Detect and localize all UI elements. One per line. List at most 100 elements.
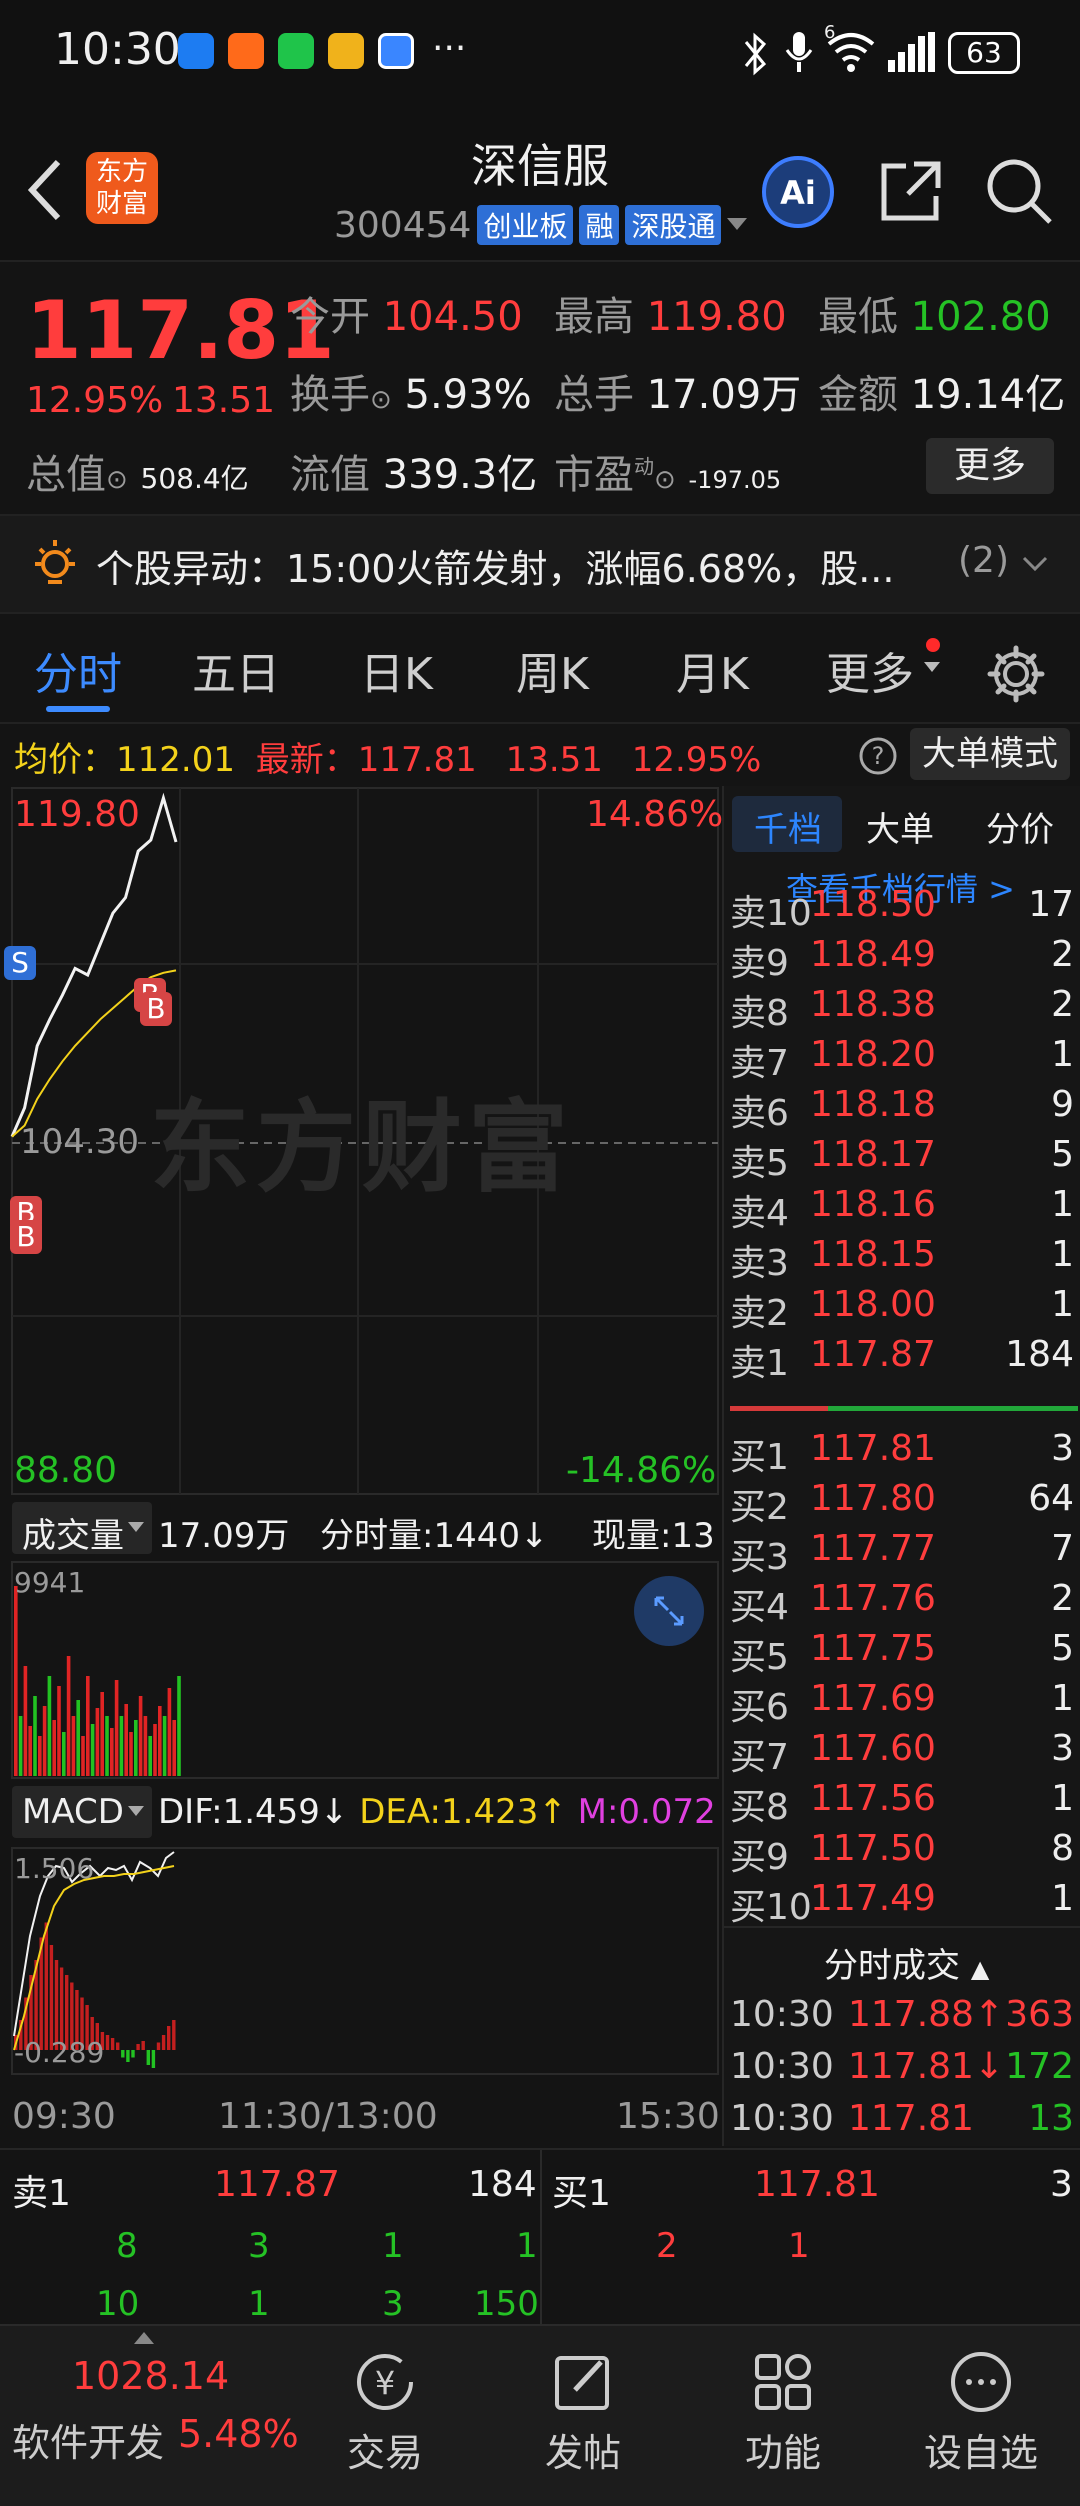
change-amount: 13.51 <box>172 380 276 421</box>
stock-code-row[interactable]: 300454 创业板 融 深股通 <box>334 202 748 248</box>
ask-level-row[interactable]: 卖6 118.18 9 <box>724 1084 1080 1134</box>
buy-marker[interactable]: B <box>10 1220 42 1254</box>
volume-bar <box>153 1724 157 1776</box>
bid-level-row[interactable]: 买1 117.81 3 <box>724 1428 1080 1478</box>
ask-level-row[interactable]: 卖5 118.17 5 <box>724 1134 1080 1184</box>
bid-level-row[interactable]: 买9 117.50 8 <box>724 1828 1080 1878</box>
volume-max-label: 9941 <box>14 1566 86 1599</box>
ask-level-row[interactable]: 卖1 117.87 184 <box>724 1334 1080 1384</box>
trade-row: 10:30 117.88↑ 363 <box>724 1994 1080 2044</box>
signal-label: 6 <box>824 22 836 43</box>
tab-weekly-k[interactable]: 周K <box>516 638 589 702</box>
cellular-signal-icon <box>888 32 935 72</box>
bid-level-row[interactable]: 买2 117.80 64 <box>724 1478 1080 1528</box>
ask-level-row[interactable]: 卖9 118.49 2 <box>724 934 1080 984</box>
bid-level-row[interactable]: 买3 117.77 7 <box>724 1528 1080 1578</box>
sector-index-pct[interactable]: 5.48% <box>178 2412 299 2456</box>
ask-level-volume: 2 <box>1051 984 1074 1025</box>
volume-bar <box>100 1692 104 1776</box>
bid-level-row[interactable]: 买4 117.76 2 <box>724 1578 1080 1628</box>
sell-marker[interactable]: S <box>4 946 36 980</box>
ask-level-row[interactable]: 卖3 118.15 1 <box>724 1234 1080 1284</box>
bid-level-label: 买10 <box>730 1887 812 1928</box>
pe-field: 市盈动⊙ -197.05 <box>554 452 782 498</box>
sector-index-value[interactable]: 1028.14 <box>72 2354 229 2398</box>
change-percent: 12.95% <box>26 380 164 421</box>
volume-indicator-select[interactable]: 成交量 <box>12 1502 152 1556</box>
volume-bar <box>81 1736 85 1776</box>
expand-icon <box>654 1596 684 1626</box>
trade-time: 10:30 <box>730 1994 834 2035</box>
bid-level-label: 买5 <box>730 1637 789 1678</box>
volume-field: 总手 17.09万 <box>554 372 802 418</box>
ask-level-volume: 9 <box>1051 1084 1074 1125</box>
trades-divider <box>724 1926 1080 1928</box>
queue-ask-label: 卖1 <box>12 2173 71 2214</box>
nav-add-watchlist-label: 设自选 <box>923 2431 1038 2475</box>
ask-level-price: 118.00 <box>810 1284 936 1325</box>
high-field: 最高 119.80 <box>554 294 787 340</box>
tab-daily-k[interactable]: 日K <box>360 638 433 702</box>
macd-bar <box>141 2041 145 2050</box>
bid-level-price: 117.49 <box>810 1878 936 1919</box>
nav-add-watchlist[interactable]: 设自选 <box>906 2326 1056 2477</box>
macd-values: DIF:1.459↓ DEA:1.423↑ M:0.072↓ <box>158 1792 744 1832</box>
ask-level-label: 卖7 <box>730 1043 789 1084</box>
ask-level-label: 卖8 <box>730 993 789 1034</box>
ai-assistant-icon[interactable]: Ai <box>760 154 836 230</box>
nav-functions[interactable]: 功能 <box>708 2326 858 2477</box>
ask-level-row[interactable]: 卖4 118.16 1 <box>724 1184 1080 1234</box>
tab-five-day[interactable]: 五日 <box>192 638 280 702</box>
trade-volume: 13 <box>1028 2098 1074 2139</box>
tab-intraday[interactable]: 分时 <box>34 638 122 702</box>
tick-volume: 分时量:1440↓ <box>320 1516 549 1556</box>
volume-bar <box>66 1656 71 1776</box>
axis-top-price: 119.80 <box>14 794 140 835</box>
tab-price-distribution[interactable]: 分价 <box>986 802 1054 851</box>
tab-more[interactable]: 更多 <box>826 638 914 702</box>
trades-title[interactable]: 分时成交 ▲ <box>824 1938 989 1987</box>
stock-alert-bar[interactable]: 个股异动：15:00火箭发射，涨幅6.68%，股... (2) <box>0 516 1080 614</box>
ask-level-row[interactable]: 卖7 118.20 1 <box>724 1034 1080 1084</box>
volume-bar <box>47 1676 52 1776</box>
ask-level-row[interactable]: 卖2 118.00 1 <box>724 1284 1080 1334</box>
nav-post[interactable]: 发帖 <box>508 2326 658 2477</box>
order-queue-panel: 卖1 117.87 184 买1 117.81 3 8 3 1 1 10 1 3… <box>0 2148 1080 2326</box>
bid-level-label: 买2 <box>730 1487 789 1528</box>
buy-marker[interactable]: B <box>140 992 172 1026</box>
ask-level-row[interactable]: 卖8 118.38 2 <box>724 984 1080 1034</box>
float-market-value-field: 流值 339.3亿 <box>290 452 538 498</box>
more-button[interactable]: 更多 <box>926 438 1054 494</box>
bid-level-price: 117.69 <box>810 1678 936 1719</box>
bid-level-volume: 2 <box>1051 1578 1074 1619</box>
tab-order-depth[interactable]: 千档 <box>754 802 822 851</box>
margin-tag: 融 <box>579 205 620 245</box>
ask-queue-item: 1 <box>516 2226 538 2266</box>
share-icon[interactable] <box>878 158 944 224</box>
svg-text:¥: ¥ <box>375 2364 395 2402</box>
sector-index-name[interactable]: 软件开发 <box>12 2412 164 2467</box>
bid-level-row[interactable]: 买7 117.60 3 <box>724 1728 1080 1778</box>
bid-level-volume: 1 <box>1051 1778 1074 1819</box>
bid-level-row[interactable]: 买6 117.69 1 <box>724 1678 1080 1728</box>
search-icon[interactable] <box>984 156 1054 226</box>
settings-gear-icon[interactable] <box>986 644 1046 704</box>
ask-level-label: 卖1 <box>730 1343 789 1384</box>
bid-level-row[interactable]: 买5 117.75 5 <box>724 1628 1080 1678</box>
bid-level-row[interactable]: 买8 117.56 1 <box>724 1778 1080 1828</box>
ask-queue-item: 10 <box>96 2284 140 2324</box>
macd-indicator-select[interactable]: MACD <box>12 1786 152 1838</box>
tab-big-orders[interactable]: 大单 <box>866 802 934 851</box>
help-icon[interactable]: ? <box>858 736 898 776</box>
nav-trade[interactable]: ¥ 交易 <box>310 2326 460 2477</box>
ask-level-price: 118.16 <box>810 1184 936 1225</box>
volume-bar <box>90 1724 95 1776</box>
macd-bar <box>151 2050 156 2068</box>
big-order-mode-button[interactable]: 大单模式 <box>910 728 1070 780</box>
tab-monthly-k[interactable]: 月K <box>676 638 749 702</box>
ask-level-row[interactable]: 卖10 118.50 17 <box>724 884 1080 934</box>
expand-chart-button[interactable] <box>634 1576 704 1646</box>
edit-post-icon <box>555 2356 609 2410</box>
bid-level-row[interactable]: 买10 117.49 1 <box>724 1878 1080 1928</box>
macd-bar <box>49 1945 54 2050</box>
